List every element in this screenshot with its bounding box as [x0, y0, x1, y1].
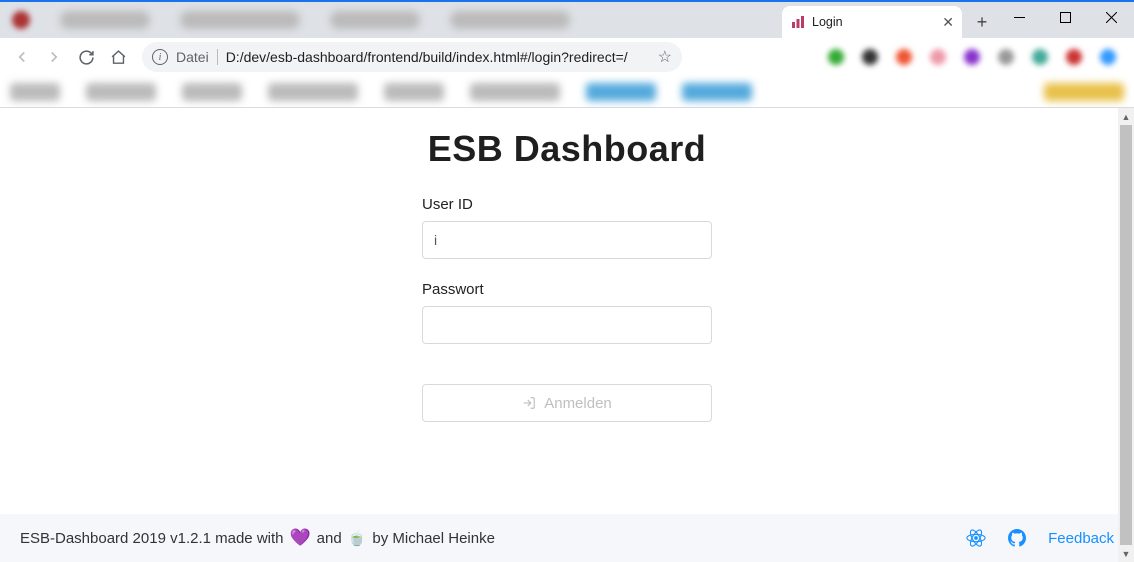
reload-button[interactable] — [72, 43, 100, 71]
window-close-button[interactable] — [1088, 2, 1134, 32]
user-id-input[interactable] — [422, 221, 712, 259]
login-button-label: Anmelden — [544, 395, 612, 412]
github-icon[interactable] — [1008, 529, 1026, 547]
browser-titlebar: Login ✕ + — [0, 2, 1134, 38]
active-tab[interactable]: Login ✕ — [782, 6, 962, 38]
scroll-up-icon[interactable]: ▲ — [1118, 108, 1134, 125]
window-minimize-button[interactable] — [996, 2, 1042, 32]
coffee-icon: 🍵 — [348, 529, 367, 547]
browser-toolbar: i Datei D:/dev/esb-dashboard/frontend/bu… — [0, 38, 1134, 76]
home-button[interactable] — [104, 43, 132, 71]
login-icon — [522, 396, 536, 410]
login-form: User ID Passwort Anmelden — [422, 196, 712, 422]
url-scheme: Datei — [176, 49, 218, 65]
extension-icons-blur — [686, 49, 1126, 65]
vertical-scrollbar[interactable]: ▲ ▼ — [1118, 108, 1134, 562]
password-label: Passwort — [422, 281, 712, 298]
tab-title: Login — [812, 15, 936, 29]
scroll-thumb[interactable] — [1120, 125, 1132, 545]
react-icon[interactable] — [966, 528, 986, 548]
feedback-link[interactable]: Feedback — [1048, 530, 1114, 547]
page-footer: ESB-Dashboard 2019 v1.2.1 made with 💜 an… — [0, 514, 1134, 562]
bookmarks-bar — [0, 76, 1134, 108]
bookmark-star-icon[interactable]: ☆ — [658, 47, 672, 67]
info-icon: i — [152, 49, 168, 65]
password-input[interactable] — [422, 306, 712, 344]
window-maximize-button[interactable] — [1042, 2, 1088, 32]
address-bar[interactable]: i Datei D:/dev/esb-dashboard/frontend/bu… — [142, 42, 682, 72]
inactive-tabs-blur — [0, 2, 782, 38]
heart-icon: 💜 — [290, 528, 311, 548]
back-button[interactable] — [8, 43, 36, 71]
footer-text-a: ESB-Dashboard 2019 v1.2.1 made with — [20, 530, 284, 547]
footer-text-c: by Michael Heinke — [372, 530, 495, 547]
bar-chart-icon — [790, 14, 806, 30]
url-text: D:/dev/esb-dashboard/frontend/build/inde… — [226, 49, 650, 65]
forward-button[interactable] — [40, 43, 68, 71]
user-id-label: User ID — [422, 196, 712, 213]
page-title: ESB Dashboard — [428, 128, 707, 170]
footer-text-b: and — [317, 530, 342, 547]
login-page: ESB Dashboard User ID Passwort Anmelden — [0, 108, 1134, 514]
login-button[interactable]: Anmelden — [422, 384, 712, 422]
close-tab-icon[interactable]: ✕ — [942, 15, 954, 29]
new-tab-button[interactable]: + — [968, 8, 996, 36]
scroll-down-icon[interactable]: ▼ — [1118, 545, 1134, 562]
